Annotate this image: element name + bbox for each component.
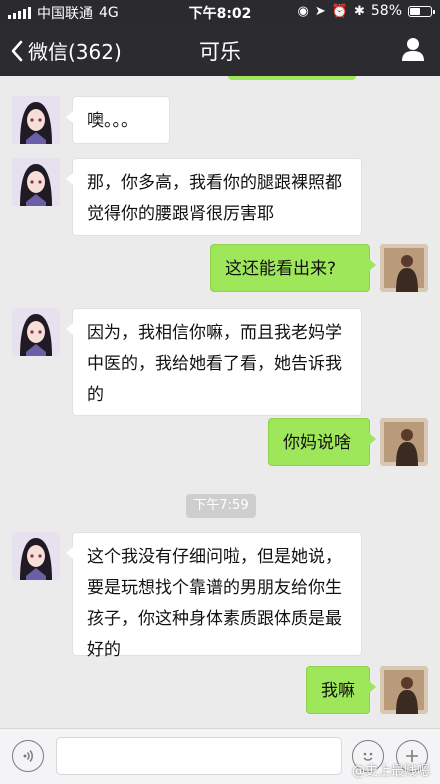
anime-girl-avatar-icon — [12, 532, 60, 580]
previous-outgoing-bubble — [228, 76, 356, 80]
painting-avatar-icon — [380, 418, 428, 466]
battery-icon — [408, 5, 435, 17]
status-bar: 中国联通 4G 下午8:02 ◉ ➤ ⏰ ✱ 58% — [0, 0, 440, 24]
input-bar: @史上最贱嗯 — [0, 728, 440, 784]
message-bubble-outgoing[interactable]: 你妈说啥 — [268, 418, 376, 466]
nav-bar: 微信(362) 可乐 — [0, 24, 440, 76]
painting-avatar-icon — [380, 666, 428, 714]
anime-girl-avatar-icon — [12, 308, 60, 356]
battery-fill — [410, 7, 421, 15]
contact-avatar[interactable] — [12, 96, 60, 144]
lock-rotation-icon: ◉ — [297, 3, 309, 19]
contact-avatar[interactable] — [12, 308, 60, 356]
watermark: @史上最贱嗯 — [351, 764, 430, 779]
chat-title: 可乐 — [199, 40, 241, 64]
chat-area[interactable]: 噢。。。 那，你多高，我看你的腿跟裸照都觉得你的腰跟肾很厉害耶 这还能看出来? … — [0, 76, 440, 728]
time-divider: 下午7:59 — [186, 494, 256, 518]
contact-avatar[interactable] — [12, 532, 60, 580]
message-bubble-outgoing[interactable]: 这还能看出来? — [210, 244, 376, 292]
bluetooth-icon: ✱ — [353, 3, 365, 19]
message-bubble-outgoing[interactable]: 我嘛 — [306, 666, 376, 714]
user-avatar[interactable] — [380, 666, 428, 714]
user-avatar[interactable] — [380, 244, 428, 292]
alarm-icon: ⏰ — [331, 3, 348, 19]
anime-girl-avatar-icon — [12, 96, 60, 144]
message-bubble-incoming[interactable]: 噢。。。 — [66, 96, 170, 144]
location-icon: ➤ — [314, 3, 326, 19]
voice-button[interactable] — [12, 740, 44, 772]
message-input[interactable] — [56, 737, 342, 775]
status-right: ◉ ➤ ⏰ ✱ 58% — [297, 3, 435, 19]
anime-girl-avatar-icon — [12, 158, 60, 206]
message-bubble-incoming[interactable]: 因为，我相信你嘛，而且我老妈学中医的，我给她看了看，她告诉我的 — [66, 308, 362, 416]
voice-icon — [23, 749, 33, 763]
message-bubble-incoming[interactable]: 那，你多高，我看你的腿跟裸照都觉得你的腰跟肾很厉害耶 — [66, 158, 362, 236]
user-avatar[interactable] — [380, 418, 428, 466]
message-bubble-incoming[interactable]: 这个我没有仔细问啦，但是她说，要是玩想找个靠谱的男朋友给你生孩子，你这种身体素质… — [66, 532, 362, 660]
painting-avatar-icon — [380, 244, 428, 292]
contact-avatar[interactable] — [12, 158, 60, 206]
battery-percent: 58% — [370, 3, 402, 19]
person-icon[interactable] — [400, 36, 426, 62]
